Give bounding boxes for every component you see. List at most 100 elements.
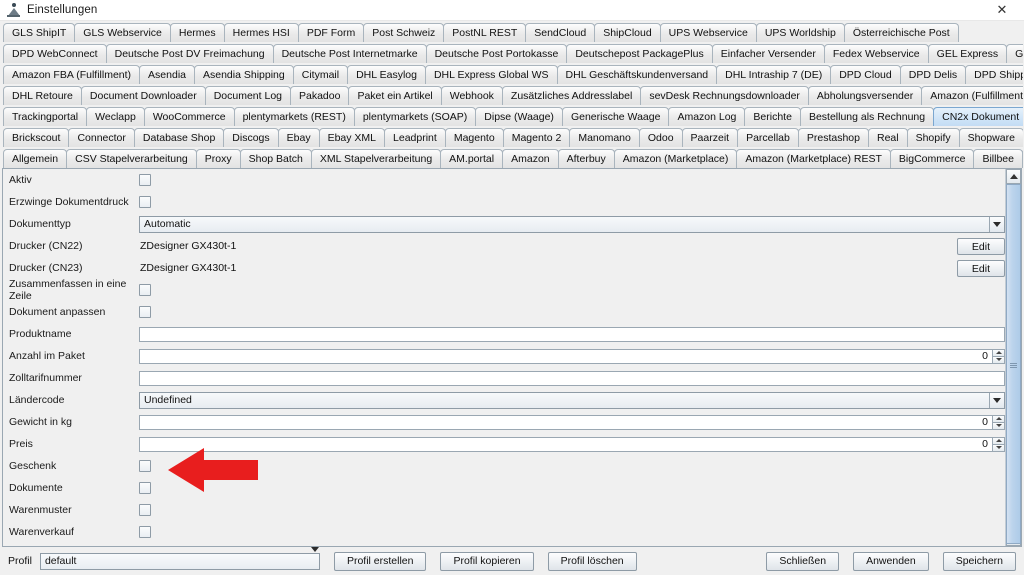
- tab-amazon-fba-fulfillment[interactable]: Amazon FBA (Fulfillment): [3, 65, 141, 84]
- tab-am-portal[interactable]: AM.portal: [440, 149, 504, 168]
- checkbox-erzwinge-dokumentdruck[interactable]: [139, 196, 151, 208]
- input-produktname[interactable]: [139, 326, 1005, 342]
- tab-allgemein[interactable]: Allgemein: [3, 149, 68, 168]
- profil-loschen-button[interactable]: Profil löschen: [547, 551, 637, 571]
- tab-xml-stapelverarbeitung[interactable]: XML Stapelverarbeitung: [310, 149, 442, 168]
- tab-einfacher-versender[interactable]: Einfacher Versender: [711, 44, 825, 63]
- tab-amazon-fulfillment[interactable]: Amazon (Fulfillment): [921, 86, 1023, 105]
- tab-abholungsversender[interactable]: Abholungsversender: [807, 86, 923, 105]
- tab-connector[interactable]: Connector: [68, 128, 135, 147]
- tab-sendcloud[interactable]: SendCloud: [525, 23, 596, 42]
- input-gewicht-in-kg[interactable]: 0: [139, 414, 993, 430]
- profil-select[interactable]: default: [39, 547, 320, 570]
- select-landercode[interactable]: Undefined: [139, 391, 1005, 409]
- tab-csv-stapelverarbeitung[interactable]: CSV Stapelverarbeitung: [66, 149, 197, 168]
- tab-dhl-retoure[interactable]: DHL Retoure: [3, 86, 82, 105]
- input-zolltarifnummer[interactable]: [139, 370, 1005, 386]
- tab-ebay[interactable]: Ebay: [277, 128, 320, 147]
- tab-shipcloud[interactable]: ShipCloud: [594, 23, 661, 42]
- tab-ups-webservice[interactable]: UPS Webservice: [659, 23, 757, 42]
- tab-citymail[interactable]: Citymail: [292, 65, 349, 84]
- checkbox-zusammenfassen-in-eine-zeile[interactable]: [139, 284, 151, 296]
- tab-deutsche-post-dv-freimachung[interactable]: Deutsche Post DV Freimachung: [105, 44, 274, 63]
- tab-sterreichische-post[interactable]: Österreichische Post: [843, 23, 959, 42]
- select-dokumenttyp[interactable]: Automatic: [139, 215, 1005, 233]
- tab-magento[interactable]: Magento: [444, 128, 504, 147]
- close-icon[interactable]: ✕: [980, 0, 1024, 21]
- spinner-up-icon[interactable]: [992, 436, 1005, 444]
- tab-shop-batch[interactable]: Shop Batch: [239, 149, 312, 168]
- tab-database-shop[interactable]: Database Shop: [133, 128, 225, 147]
- profil-kopieren-button[interactable]: Profil kopieren: [440, 551, 534, 571]
- tab-real[interactable]: Real: [867, 128, 908, 147]
- chevron-down-icon[interactable]: [989, 392, 1004, 408]
- tab-trackingportal[interactable]: Trackingportal: [3, 107, 88, 126]
- tab-magento-2[interactable]: Magento 2: [502, 128, 571, 147]
- spinner-down-icon[interactable]: [992, 356, 1005, 364]
- tab-dpd-shipperservice-ch[interactable]: DPD ShipperService (CH): [965, 65, 1023, 84]
- checkbox-aktiv[interactable]: [139, 174, 151, 186]
- tab-deutsche-post-internetmarke[interactable]: Deutsche Post Internetmarke: [272, 44, 427, 63]
- tab-dhl-gesch-ftskundenversand[interactable]: DHL Geschäftskundenversand: [556, 65, 718, 84]
- tab-amazon[interactable]: Amazon: [502, 149, 559, 168]
- tab-generische-waage[interactable]: Generische Waage: [561, 107, 670, 126]
- tab-postnl-rest[interactable]: PostNL REST: [443, 23, 527, 42]
- tab-gls-webservice[interactable]: GLS Webservice: [74, 23, 171, 42]
- tab-gls-gepard[interactable]: GLS Gepard: [1006, 44, 1023, 63]
- tab-afterbuy[interactable]: Afterbuy: [557, 149, 615, 168]
- tab-asendia[interactable]: Asendia: [139, 65, 195, 84]
- tab-document-log[interactable]: Document Log: [204, 86, 291, 105]
- tab-proxy[interactable]: Proxy: [195, 149, 241, 168]
- tab-dpd-cloud[interactable]: DPD Cloud: [830, 65, 901, 84]
- tab-zus-tzliches-addresslabel[interactable]: Zusätzliches Addresslabel: [501, 86, 642, 105]
- tab-paket-ein-artikel[interactable]: Paket ein Artikel: [348, 86, 442, 105]
- tab-dhl-express-global-ws[interactable]: DHL Express Global WS: [424, 65, 558, 84]
- input-preis[interactable]: 0: [139, 436, 993, 452]
- tab-dipse-waage[interactable]: Dipse (Waage): [475, 107, 563, 126]
- tab-shopify[interactable]: Shopify: [906, 128, 960, 147]
- tab-paarzeit[interactable]: Paarzeit: [681, 128, 739, 147]
- tab-dhl-easylog[interactable]: DHL Easylog: [347, 65, 426, 84]
- tab-leadprint[interactable]: Leadprint: [384, 128, 446, 147]
- tab-berichte[interactable]: Berichte: [744, 107, 801, 126]
- scroll-up-icon[interactable]: [1006, 169, 1021, 184]
- spinner-gewicht-in-kg[interactable]: [992, 414, 1005, 430]
- checkbox-warenmuster[interactable]: [139, 504, 151, 516]
- tab-manomano[interactable]: Manomano: [569, 128, 640, 147]
- tab-pdf-form[interactable]: PDF Form: [297, 23, 365, 42]
- tab-deutsche-post-portokasse[interactable]: Deutsche Post Portokasse: [425, 44, 568, 63]
- tab-brickscout[interactable]: Brickscout: [3, 128, 70, 147]
- tab-ups-worldship[interactable]: UPS Worldship: [755, 23, 845, 42]
- tab-billbee[interactable]: Billbee: [973, 149, 1023, 168]
- scrollbar-thumb[interactable]: [1006, 184, 1021, 544]
- profil-erstellen-button[interactable]: Profil erstellen: [333, 551, 427, 571]
- tab-odoo[interactable]: Odoo: [638, 128, 683, 147]
- tab-bestellung-als-rechnung[interactable]: Bestellung als Rechnung: [799, 107, 935, 126]
- tab-discogs[interactable]: Discogs: [223, 128, 279, 147]
- tab-gel-express[interactable]: GEL Express: [927, 44, 1008, 63]
- tab-ebay-xml[interactable]: Ebay XML: [318, 128, 386, 147]
- tab-shopware[interactable]: Shopware: [958, 128, 1023, 147]
- tab-gls-shipit[interactable]: GLS ShipIT: [3, 23, 76, 42]
- chevron-down-icon[interactable]: [989, 216, 1004, 232]
- chevron-down-icon[interactable]: [310, 547, 319, 570]
- spinner-down-icon[interactable]: [992, 422, 1005, 430]
- spinner-anzahl-im-paket[interactable]: [992, 348, 1005, 364]
- spinner-down-icon[interactable]: [992, 444, 1005, 452]
- tab-document-downloader[interactable]: Document Downloader: [80, 86, 206, 105]
- scrollbar-track[interactable]: [1006, 184, 1021, 544]
- spinner-up-icon[interactable]: [992, 348, 1005, 356]
- tab-fedex-webservice[interactable]: Fedex Webservice: [823, 44, 929, 63]
- tab-prestashop[interactable]: Prestashop: [797, 128, 869, 147]
- tab-dpd-delis[interactable]: DPD Delis: [899, 65, 967, 84]
- checkbox-dokumente[interactable]: [139, 482, 151, 494]
- spinner-preis[interactable]: [992, 436, 1005, 452]
- tab-dhl-intraship-7-de[interactable]: DHL Intraship 7 (DE): [716, 65, 832, 84]
- spinner-up-icon[interactable]: [992, 414, 1005, 422]
- vertical-scrollbar[interactable]: [1005, 169, 1021, 546]
- tab-asendia-shipping[interactable]: Asendia Shipping: [194, 65, 294, 84]
- tab-hermes-hsi[interactable]: Hermes HSI: [223, 23, 299, 42]
- tab-amazon-marketplace-rest[interactable]: Amazon (Marketplace) REST: [736, 149, 891, 168]
- tab-hermes[interactable]: Hermes: [169, 23, 225, 42]
- checkbox-geschenk[interactable]: [139, 460, 151, 472]
